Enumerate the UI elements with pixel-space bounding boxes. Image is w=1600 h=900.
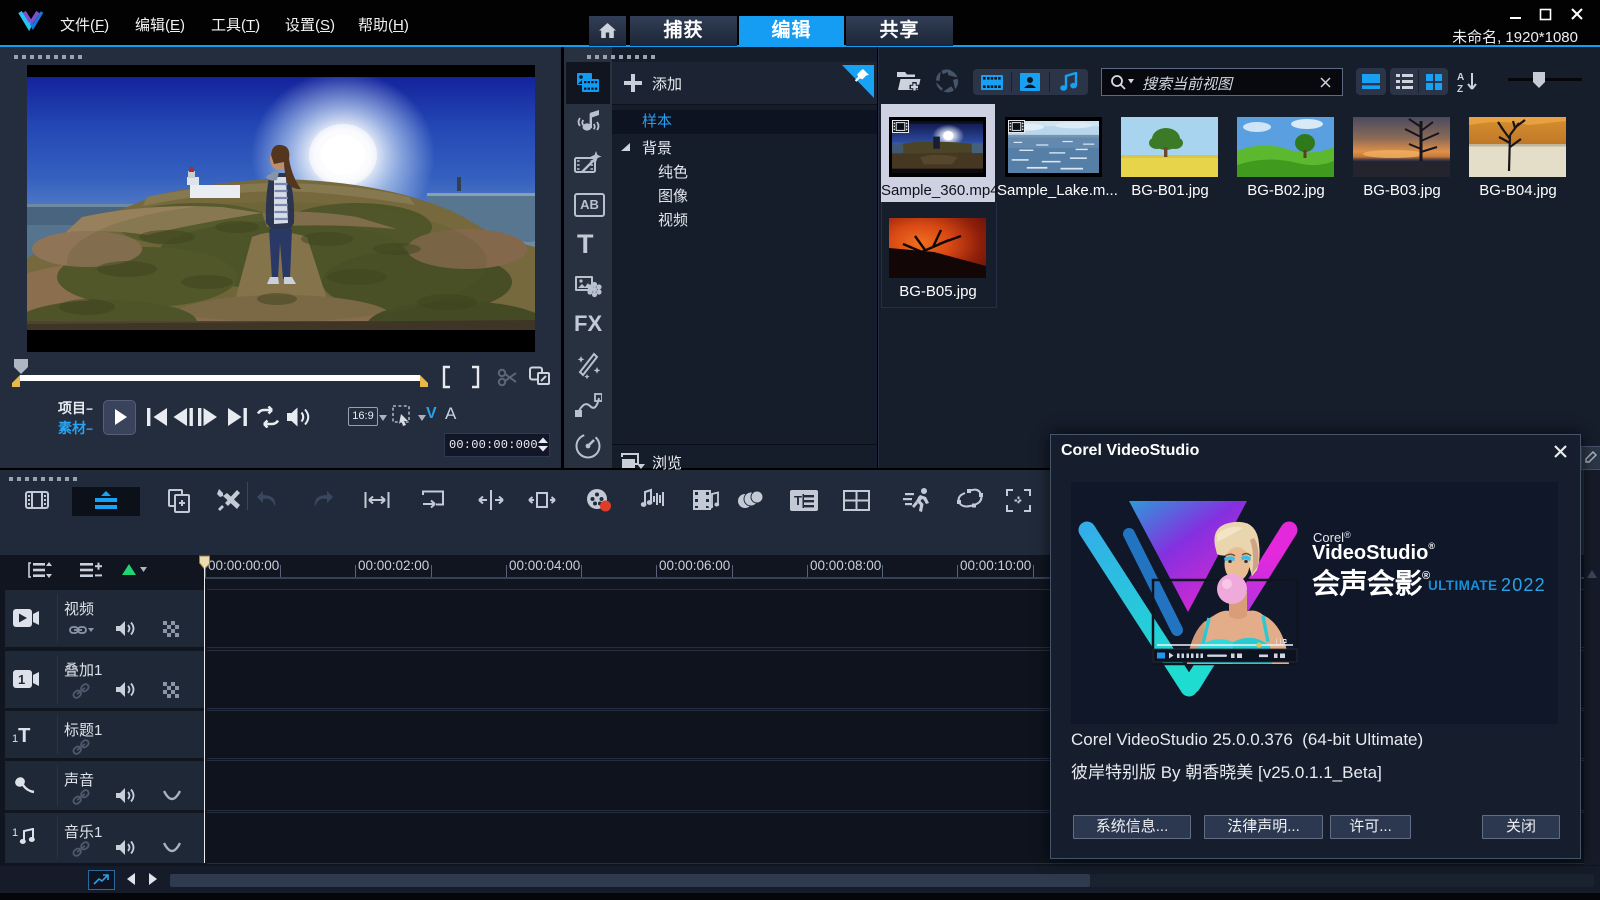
svg-text:A: A bbox=[1457, 72, 1464, 83]
svg-text:1: 1 bbox=[18, 672, 25, 687]
svg-text:T: T bbox=[794, 493, 802, 508]
svg-text:[ ] ⧉: [ ] ⧉ bbox=[1276, 639, 1288, 645]
svg-text:Z: Z bbox=[1457, 84, 1463, 94]
